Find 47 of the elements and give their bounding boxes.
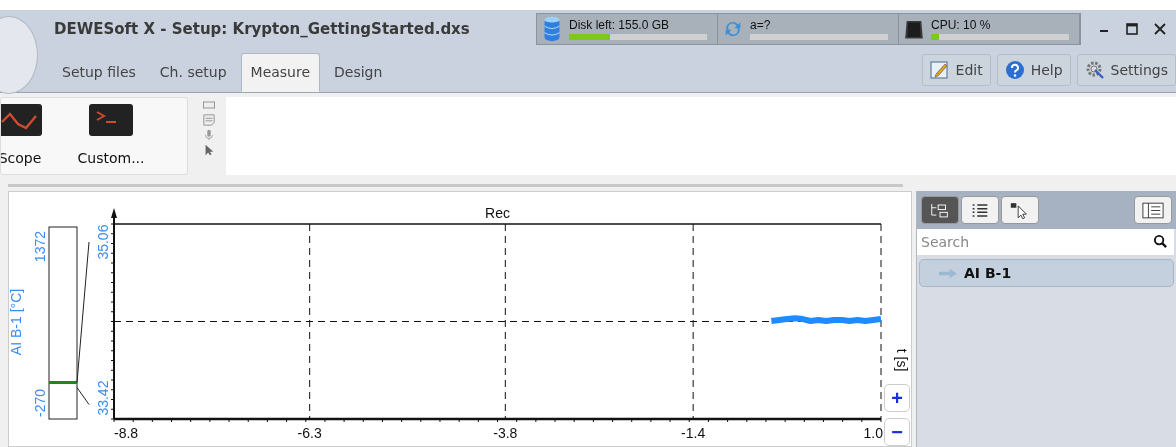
x-axis-label: -1.4: [681, 425, 706, 441]
pointer-icon[interactable]: [203, 144, 215, 156]
tab[interactable]: Ch. setup: [149, 53, 237, 92]
tree-icon: [929, 201, 951, 219]
meter-min-label: -270: [32, 388, 48, 417]
tab[interactable]: Setup files: [52, 53, 146, 92]
close-icon[interactable]: [1153, 22, 1167, 36]
channel-item[interactable]: AI B-1: [919, 259, 1174, 287]
axis-title: t [s]: [894, 348, 910, 372]
zoom-button[interactable]: +: [884, 384, 910, 412]
window-title: DEWESoft X - Setup: Krypton_GettingStarted.dxs: [54, 20, 471, 38]
list-view-button[interactable]: [961, 196, 999, 224]
search-icon[interactable]: [1153, 234, 1168, 249]
database-icon: [541, 15, 563, 43]
meter-max-label: 1372: [32, 231, 48, 263]
scope-icon: [1, 104, 42, 138]
x-axis-label: -3.8: [493, 425, 518, 441]
tab[interactable]: Measure: [240, 53, 321, 92]
y-axis-label: 33.42: [95, 380, 111, 416]
help-button[interactable]: Help: [996, 54, 1071, 86]
edit-button[interactable]: Edit: [921, 54, 991, 86]
panel-icon: [1142, 201, 1164, 219]
meter-label: CPU: 10 %: [931, 18, 992, 32]
settings-button[interactable]: Settings: [1076, 54, 1176, 86]
y-axis-label: 35.06: [95, 224, 111, 260]
maximize-icon[interactable]: [1125, 22, 1139, 36]
tab[interactable]: Design: [324, 53, 393, 92]
search-field[interactable]: Search: [917, 229, 1174, 255]
x-axis-label: -8.8: [114, 425, 139, 441]
keyboard-icon[interactable]: [203, 99, 215, 111]
terminal-icon: [89, 104, 133, 138]
arrow-icon: [938, 268, 958, 278]
settings-icon: [1084, 60, 1105, 80]
pointer-view-button[interactable]: [1001, 196, 1039, 224]
custom-button[interactable]: Custom...: [65, 98, 157, 174]
x-axis-label: 1.0: [863, 425, 883, 441]
meter-label: Disk left: 155.0 GB: [569, 18, 671, 32]
chart-title: Rec: [485, 205, 510, 221]
x-axis-label: -6.3: [297, 425, 322, 441]
help-icon: [1004, 60, 1025, 80]
zoom-button[interactable]: −: [884, 418, 910, 446]
panel-toggle-button[interactable]: [1134, 196, 1172, 224]
axis-title: AI B-1 [°C]: [9, 288, 24, 356]
pointer-icon: [1009, 201, 1031, 219]
pencil-icon: [929, 60, 950, 80]
meter-label: a=?: [750, 18, 772, 32]
tree-view-button[interactable]: [921, 196, 959, 224]
